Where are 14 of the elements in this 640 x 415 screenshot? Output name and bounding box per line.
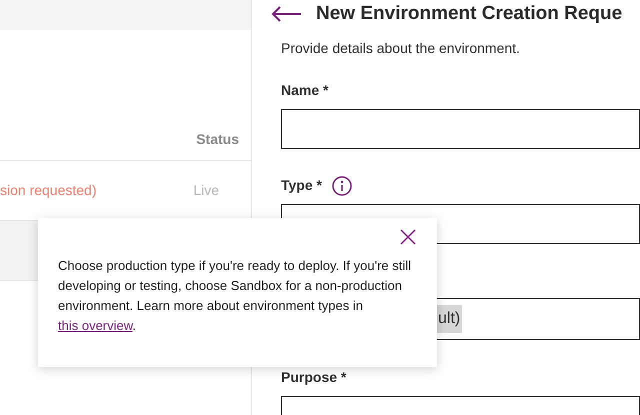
- field-label: Purpose *: [281, 368, 346, 387]
- panel-title: New Environment Creation Reque: [316, 2, 622, 26]
- close-icon[interactable]: [400, 229, 416, 245]
- info-icon[interactable]: [332, 176, 352, 196]
- column-header: Status: [196, 130, 239, 149]
- text-field[interactable]: [281, 108, 640, 148]
- overview-link[interactable]: this overview: [58, 318, 132, 333]
- field-value: ult): [436, 304, 462, 332]
- row-name: sion requested): [0, 181, 97, 200]
- back-arrow-icon[interactable]: [271, 6, 302, 22]
- row-status: Live: [193, 181, 219, 200]
- field-label: Name *: [281, 81, 328, 100]
- field-label: Type *: [281, 176, 322, 195]
- panel-description: Provide details about the environment.: [281, 38, 521, 58]
